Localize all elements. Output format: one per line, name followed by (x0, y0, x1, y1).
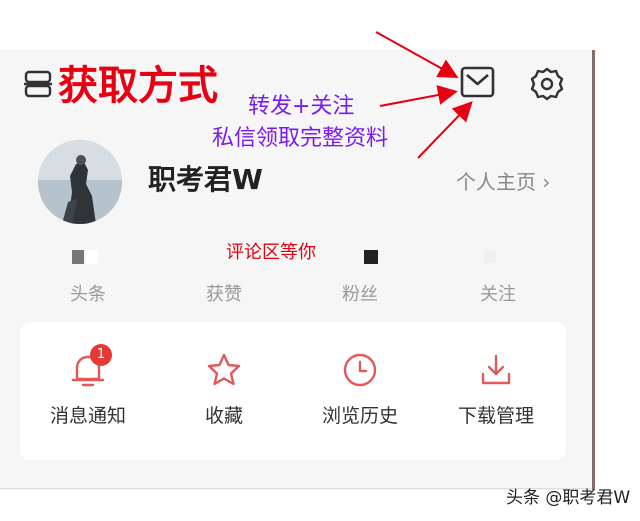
clock-icon (342, 352, 378, 392)
homepage-link[interactable]: 个人主页 › (456, 168, 562, 196)
shortcut-label: 下载管理 (457, 405, 534, 427)
shortcut-history[interactable]: 浏览历史 (292, 322, 428, 460)
shortcut-favorites[interactable]: 收藏 (156, 322, 292, 460)
panel-bottom-line (0, 488, 592, 489)
stat-label-following[interactable]: 关注 (458, 282, 538, 308)
shortcut-label: 消息通知 (49, 405, 126, 427)
annotation-note-line1: 转发+关注 (248, 94, 355, 119)
username: 职考君W (148, 163, 263, 196)
annotation-comment-note: 评论区等你 (226, 242, 316, 263)
mail-icon[interactable] (460, 66, 495, 98)
menu-icon[interactable] (24, 69, 52, 99)
stat-value-obscured (72, 250, 84, 264)
shortcut-notifications[interactable]: 消息通知 (20, 322, 156, 460)
stat-label-posts[interactable]: 头条 (48, 282, 128, 308)
gear-icon[interactable] (529, 66, 565, 102)
shortcuts-card: 消息通知 收藏 浏览历史 下载管理 (20, 322, 566, 460)
homepage-link-label: 个人主页 (456, 170, 536, 194)
stat-value-obscured (484, 251, 496, 263)
watermark: 头条 @职考君W (506, 488, 631, 508)
shortcut-label: 浏览历史 (321, 405, 398, 427)
annotation-title: 获取方式 (58, 63, 218, 109)
panel-right-border (592, 50, 595, 490)
stat-label-likes[interactable]: 获赞 (184, 282, 264, 308)
chevron-right-icon: › (542, 170, 551, 194)
star-icon (206, 352, 242, 392)
avatar[interactable] (38, 140, 122, 224)
stat-value-obscured (86, 250, 98, 264)
shortcut-label: 收藏 (204, 405, 243, 427)
download-icon (478, 352, 514, 392)
notification-badge: 1 (90, 344, 112, 366)
stat-value-obscured (364, 250, 378, 264)
annotation-note-line2: 私信领取完整资料 (212, 126, 389, 151)
stat-label-followers[interactable]: 粉丝 (320, 282, 400, 308)
shortcut-downloads[interactable]: 下载管理 (428, 322, 564, 460)
